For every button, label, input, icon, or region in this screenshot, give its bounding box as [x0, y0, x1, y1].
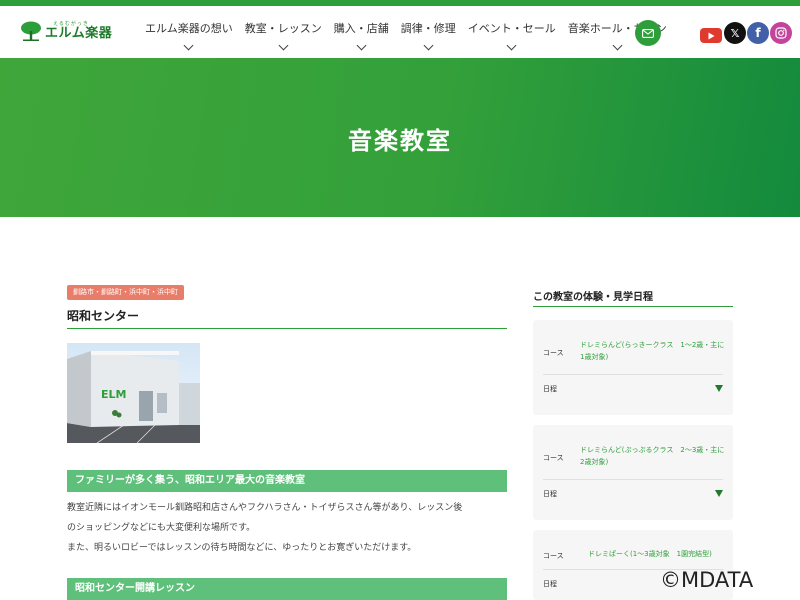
- section-paragraph: また、明るいロビーではレッスンの待ち時間などに、ゆったりとお寛ぎいただけます。: [67, 543, 417, 553]
- nav-item-label: エルム楽器の想い: [145, 22, 233, 35]
- area-tag[interactable]: 釧路市・釧路町・浜中町・浜中町: [67, 285, 184, 300]
- card-divider: [543, 374, 723, 375]
- nav-item-lessons[interactable]: 教室・レッスン: [244, 20, 322, 51]
- building-sign-text: ELM: [101, 388, 126, 401]
- chevron-down-icon: [423, 40, 434, 51]
- nav-item-label: 調律・修理: [400, 22, 456, 35]
- dropdown-triangle-icon[interactable]: [715, 385, 723, 392]
- schedule-card: コース ドレミらんど(らっきークラス 1～2歳・主に1歳対象) 日程: [533, 320, 733, 415]
- page-title: 音楽教室: [348, 127, 452, 155]
- site-logo[interactable]: えるむがっき エルム楽器: [20, 20, 112, 42]
- section-paragraph: のショッピングなどにも大変便利な場所です。: [67, 523, 256, 533]
- chevron-down-icon: [278, 40, 289, 51]
- sidebar-divider: [533, 306, 733, 307]
- section-heading: ファミリーが多く集う、昭和エリア最大の音楽教室: [67, 470, 507, 492]
- youtube-icon[interactable]: [700, 28, 722, 43]
- facebook-icon[interactable]: f: [747, 22, 769, 44]
- site-header: えるむがっき エルム楽器 エルム楽器の想い 教室・レッスン 購入・店舗 調律・修…: [0, 6, 800, 58]
- nav-item-philosophy[interactable]: エルム楽器の想い: [145, 20, 233, 51]
- center-building-photo: ELM: [67, 343, 200, 443]
- course-value[interactable]: ドレミぱーく(1～3歳対象 1園完結型): [588, 548, 728, 560]
- instagram-icon[interactable]: [770, 22, 792, 44]
- facebook-glyph: f: [755, 26, 761, 40]
- schedule-label: 日程: [543, 385, 557, 393]
- page-hero: 音楽教室: [0, 58, 800, 217]
- section-heading: 昭和センター開講レッスン: [67, 578, 507, 600]
- copyright-watermark: ©MDATA: [660, 568, 754, 592]
- sidebar-heading: この教室の体験・見学日程: [533, 292, 653, 303]
- chevron-down-icon: [612, 40, 623, 51]
- tree-logo-icon: [21, 21, 41, 41]
- main-nav: エルム楽器の想い 教室・レッスン 購入・店舗 調律・修理 イベント・セール 音楽…: [145, 20, 667, 51]
- play-icon: [708, 32, 715, 39]
- schedule-card: コース ドレミらんど(ぷっぷるクラス 2～3歳・主に2歳対象) 日程: [533, 425, 733, 520]
- x-glyph: 𝕏: [730, 26, 740, 40]
- mail-icon: [642, 28, 654, 38]
- chevron-down-icon: [506, 40, 517, 51]
- center-title: 昭和センター: [67, 309, 140, 323]
- course-label: コース: [543, 454, 564, 462]
- contact-mail-button[interactable]: [635, 20, 661, 46]
- course-value[interactable]: ドレミらんど(らっきークラス 1～2歳・主に1歳対象): [580, 339, 725, 363]
- nav-item-label: 教室・レッスン: [244, 22, 322, 35]
- nav-item-label: 購入・店舗: [333, 22, 389, 35]
- chevron-down-icon: [183, 40, 194, 51]
- nav-item-label: イベント・セール: [467, 22, 556, 35]
- course-value[interactable]: ドレミらんど(ぷっぷるクラス 2～3歳・主に2歳対象): [580, 444, 725, 468]
- nav-item-events[interactable]: イベント・セール: [467, 20, 556, 51]
- schedule-label: 日程: [543, 580, 557, 588]
- x-icon[interactable]: 𝕏: [724, 22, 746, 44]
- schedule-label: 日程: [543, 490, 557, 498]
- course-label: コース: [543, 349, 564, 357]
- section-paragraph: 教室近隣にはイオンモール釧路昭和店さんやフクハラさん・トイザらスさん等があり、レ…: [67, 503, 463, 513]
- chevron-down-icon: [356, 40, 367, 51]
- nav-item-tuning[interactable]: 調律・修理: [400, 20, 456, 51]
- title-divider: [67, 328, 507, 329]
- camera-icon: [775, 27, 787, 39]
- course-label: コース: [543, 552, 564, 560]
- card-divider: [543, 479, 723, 480]
- nav-item-stores[interactable]: 購入・店舗: [333, 20, 389, 51]
- logo-wordmark: エルム楽器: [45, 26, 113, 41]
- dropdown-triangle-icon[interactable]: [715, 490, 723, 497]
